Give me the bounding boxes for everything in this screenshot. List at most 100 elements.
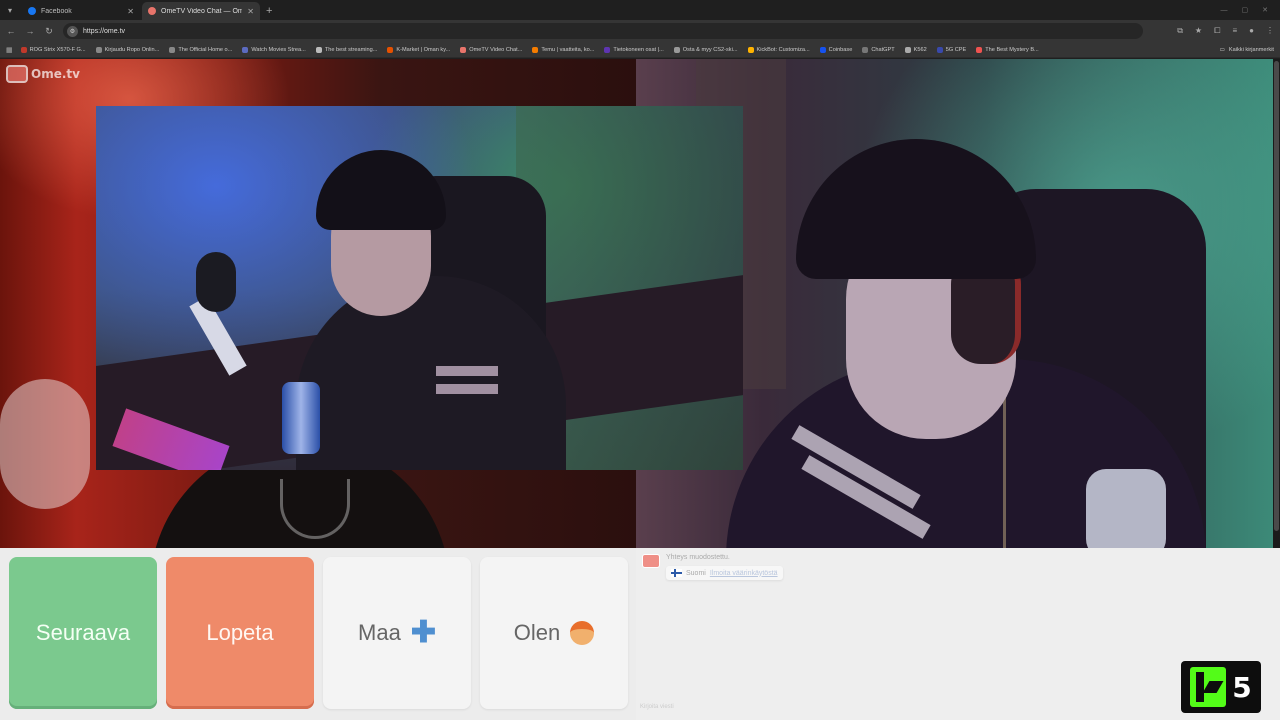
bookmark-item[interactable]: ChatGPT [862,46,895,53]
bookmark-label: The Official Home o... [178,46,233,53]
back-icon[interactable]: ← [6,26,16,36]
bookmark-label: K562 [913,46,927,53]
partner-country-chip: Suomi Ilmoita väärinkäytöstä [666,566,783,580]
gender-button-label: Olen [513,620,561,645]
page-scrollbar[interactable] [1273,59,1280,548]
ometv-favicon-icon [148,7,156,15]
finland-flag-icon [671,569,682,577]
bookmark-label: Tietokoneen osat |... [613,46,664,53]
folder-icon: ▭ [1219,46,1225,53]
bookmark-item[interactable]: ROG Strix X570-F G... [20,46,86,53]
maximize-icon[interactable]: ▢ [1242,6,1249,14]
bookmark-item[interactable]: K-Market | Oman ky... [387,46,451,53]
bookmark-label: ChatGPT [871,46,895,53]
bookmark-favicon-icon [747,46,754,53]
bookmark-label: Osta & myy CS2-ski... [682,46,738,53]
tab-ometv[interactable]: OmeTV Video Chat — Ome ✕ [142,2,260,20]
microphone-shape [1086,469,1166,548]
country-name: Suomi [686,569,706,577]
bookmark-label: Temu | vaatteita, ko... [541,46,595,53]
media-control-icon[interactable]: ≡ [1232,26,1237,36]
profile-avatar-icon[interactable]: ● [1249,26,1254,36]
boy-emoji-icon [570,621,595,645]
bookmark-label: The best streaming... [324,46,378,53]
country-button-label: Maa [358,620,401,645]
address-bar[interactable]: ⚙ https://ome.tv [63,23,1143,39]
bookmark-item[interactable]: The best streaming... [315,46,378,53]
bookmark-label: 5G CPE [945,46,967,53]
bookmark-label: OmeTV Video Chat... [469,46,523,53]
toolbar-actions: ⧉ ★ ⧠ ≡ ● ⋮ [1177,26,1274,36]
ometv-logo-icon [6,65,28,83]
cap-shape [796,139,1036,279]
bookmark-item[interactable]: KickBot: Customiza... [747,46,810,53]
report-abuse-link[interactable]: Ilmoita väärinkäytöstä [710,570,778,577]
kick-5-badge: 5 [1181,661,1261,713]
site-info-icon[interactable]: ⚙ [67,25,78,37]
gender-select-button[interactable]: Olen [480,557,628,709]
bookmark-item[interactable]: Tietokoneen osat |... [604,46,664,53]
bookmark-item[interactable]: 5G CPE [936,46,967,53]
ometv-page: Ome.tv Seuraava Lopeta Maa ✚ Olen Yhteys… [0,59,1280,720]
bookmark-label: Kirjaudu Ropo Onlin... [104,46,160,53]
tab-search-icon[interactable]: ▾ [0,0,20,20]
next-button[interactable]: Seuraava [9,557,157,709]
window-controls: — ▢ ✕ [1221,0,1280,20]
bookmark-item[interactable]: The Official Home o... [169,46,233,53]
bookmark-favicon-icon [242,46,249,53]
bookmark-item[interactable]: Watch Movies Strea... [242,46,306,53]
control-panel: Seuraava Lopeta Maa ✚ Olen [0,548,636,720]
bookmark-label: Watch Movies Strea... [251,46,306,53]
menu-kebab-icon[interactable]: ⋮ [1266,26,1274,36]
bookmark-favicon-icon [904,46,911,53]
microphone-shape [196,252,236,312]
bookmark-item[interactable]: OmeTV Video Chat... [460,46,523,53]
chat-message-input[interactable]: Kirjoita viesti [640,704,674,710]
can-shape [282,382,320,454]
facebook-favicon-icon [28,7,36,15]
bookmark-favicon-icon [460,46,467,53]
stop-button[interactable]: Lopeta [166,557,314,709]
bookmark-favicon-icon [95,46,102,53]
apps-grid-icon[interactable]: ▦ [6,46,13,54]
bookmark-favicon-icon [604,46,611,53]
bookmark-item[interactable]: Osta & myy CS2-ski... [673,46,738,53]
bookmark-favicon-icon [936,46,943,53]
bookmark-item[interactable]: The Best Mystery B... [976,46,1039,53]
fan-shape [0,379,90,509]
all-bookmarks[interactable]: ▭ Kaikki kirjanmerkit [1220,47,1274,53]
bookmark-favicon-icon [169,46,176,53]
close-tab-icon[interactable]: ✕ [127,7,134,16]
bookmarks-bar: ▦ ROG Strix X570-F G... Kirjaudu Ropo Onl… [0,42,1280,58]
tab-title: Facebook [41,7,72,15]
reload-icon[interactable]: ↻ [44,26,54,37]
bookmark-label: K-Market | Oman ky... [396,46,451,53]
kick-logo-icon [1190,667,1227,707]
ometv-logo: Ome.tv [6,65,80,83]
minimize-icon[interactable]: — [1221,7,1228,14]
bookmark-item[interactable]: Temu | vaatteita, ko... [532,46,595,53]
tab-title: OmeTV Video Chat — Ome [161,7,243,15]
tab-strip: ▾ Facebook ✕ OmeTV Video Chat — Ome ✕ + … [0,0,1280,20]
install-app-icon[interactable]: ⧉ [1177,26,1183,36]
bookmark-item[interactable]: Kirjaudu Ropo Onlin... [95,46,160,53]
forward-icon[interactable]: → [25,26,35,36]
bookmark-item[interactable]: K562 [904,46,927,53]
bookmark-favicon-icon [819,46,826,53]
plus-icon: ✚ [410,616,436,649]
bookmark-favicon-icon [20,46,27,53]
country-select-button[interactable]: Maa ✚ [323,557,471,709]
close-tab-icon[interactable]: ✕ [247,7,254,16]
close-window-icon[interactable]: ✕ [1262,6,1268,14]
bookmark-favicon-icon [315,46,322,53]
stop-button-label: Lopeta [206,620,274,645]
sleeve-stripe [436,384,498,394]
tab-facebook[interactable]: Facebook ✕ [22,2,140,20]
url-text: https://ome.tv [83,27,126,35]
bookmark-item[interactable]: Coinbase [819,46,852,53]
logo-text: Ome.tv [31,67,80,81]
extensions-icon[interactable]: ⧠ [1214,26,1220,36]
scrollbar-thumb[interactable] [1274,61,1279,531]
bookmark-star-icon[interactable]: ★ [1195,26,1202,36]
new-tab-icon[interactable]: + [266,2,272,20]
